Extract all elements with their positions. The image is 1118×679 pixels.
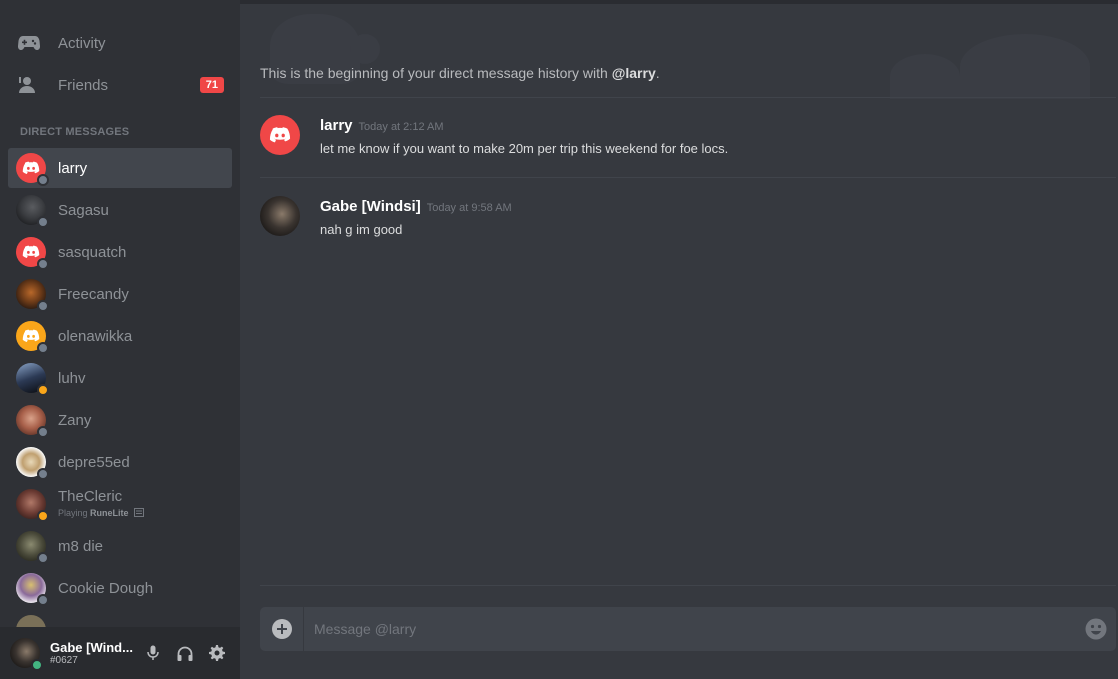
status-offline-indicator	[37, 594, 49, 606]
message-composer	[260, 607, 1116, 651]
dm-activity-prefix: Playing	[58, 507, 88, 518]
dm-name: larry	[58, 159, 88, 177]
avatar	[16, 573, 49, 606]
message-avatar[interactable]	[260, 115, 300, 155]
dm-name: luhv	[58, 369, 86, 387]
dm-section-header: DIRECT MESSAGES	[20, 126, 130, 138]
dm-name: Cookie Dough	[58, 579, 154, 597]
smiley-icon	[1085, 618, 1107, 640]
friends-icon	[18, 74, 40, 96]
dm-activity: Playing RuneLite	[58, 507, 145, 519]
add-attachment-button[interactable]	[260, 607, 304, 651]
avatar	[16, 489, 49, 522]
divider	[260, 177, 1116, 178]
status-offline-indicator	[37, 300, 49, 312]
avatar	[16, 447, 49, 480]
rich-presence-icon	[134, 507, 145, 517]
nav-friends[interactable]: Friends 71	[8, 66, 232, 104]
intro-suffix: .	[655, 65, 660, 81]
dm-activity-game: RuneLite	[90, 507, 129, 518]
status-offline-indicator	[37, 468, 49, 480]
status-idle-indicator	[37, 384, 49, 396]
avatar	[16, 195, 49, 228]
message-input[interactable]	[304, 607, 1076, 651]
gear-icon[interactable]	[208, 644, 226, 662]
plus-circle-icon	[271, 619, 292, 639]
dm-list: larry Sagasu sasquatch Freecandy olenawi…	[0, 148, 240, 652]
message-author[interactable]: Gabe [Windsi]	[320, 198, 421, 215]
message-text: let me know if you want to make 20m per …	[320, 141, 729, 156]
dm-item-freecandy[interactable]: Freecandy	[8, 274, 232, 314]
message-avatar[interactable]	[260, 196, 300, 236]
discord-logo-icon	[22, 245, 40, 258]
avatar	[16, 363, 49, 396]
dm-name: sasquatch	[58, 243, 127, 261]
dm-item-sagasu[interactable]: Sagasu	[8, 190, 232, 230]
avatar	[16, 153, 49, 186]
status-idle-indicator	[37, 510, 49, 522]
user-avatar[interactable]	[10, 638, 43, 671]
intro-text: This is the beginning of your direct mes…	[260, 65, 608, 81]
discord-logo-icon	[22, 161, 40, 174]
user-panel: Gabe [Wind... #0627	[0, 627, 240, 679]
dm-name: Sagasu	[58, 201, 109, 219]
dm-name: depre55ed	[58, 453, 130, 471]
composer-divider	[260, 585, 1116, 586]
dm-item-sasquatch[interactable]: sasquatch	[8, 232, 232, 272]
avatar	[16, 321, 49, 354]
dm-item-zany[interactable]: Zany	[8, 400, 232, 440]
status-offline-indicator	[37, 174, 49, 186]
emoji-picker-button[interactable]	[1076, 607, 1116, 651]
dm-item-luhv[interactable]: luhv	[8, 358, 232, 398]
dm-item-larry[interactable]: larry	[8, 148, 232, 188]
dm-name: m8 die	[58, 537, 104, 555]
message-author[interactable]: larry	[320, 117, 353, 134]
avatar	[16, 531, 49, 564]
status-online-indicator	[31, 659, 43, 671]
message-timestamp: Today at 2:12 AM	[358, 121, 444, 133]
dm-name: olenawikka	[58, 327, 133, 345]
friends-count-badge: 71	[199, 77, 224, 93]
headphones-icon[interactable]	[176, 644, 194, 662]
dm-name: Freecandy	[58, 285, 129, 303]
user-name: Gabe [Wind...	[50, 640, 133, 655]
dm-name: Zany	[58, 411, 92, 429]
dm-history-intro: This is the beginning of your direct mes…	[260, 65, 660, 81]
message-text: nah g im good	[320, 222, 403, 237]
avatar	[16, 237, 49, 270]
dm-item-depre55ed[interactable]: depre55ed	[8, 442, 232, 482]
chat-area: This is the beginning of your direct mes…	[240, 4, 1118, 679]
nav-friends-label: Friends	[58, 76, 109, 94]
avatar	[16, 279, 49, 312]
dm-name: TheCleric	[58, 488, 123, 506]
discord-logo-icon	[22, 329, 40, 342]
nav-activity-label: Activity	[58, 34, 106, 52]
dm-item-thecleric[interactable]: TheCleric Playing RuneLite	[8, 484, 232, 524]
dm-item-cookie-dough[interactable]: Cookie Dough	[8, 568, 232, 608]
divider	[260, 97, 1116, 98]
dm-item-olenawikka[interactable]: olenawikka	[8, 316, 232, 356]
status-offline-indicator	[37, 216, 49, 228]
intro-mention[interactable]: @larry	[612, 65, 656, 81]
status-offline-indicator	[37, 258, 49, 270]
status-offline-indicator	[37, 342, 49, 354]
status-offline-indicator	[37, 552, 49, 564]
sidebar: Activity Friends 71 DIRECT MESSAGES larr…	[0, 0, 240, 679]
user-tag: #0627	[50, 655, 78, 666]
message-timestamp: Today at 9:58 AM	[426, 202, 512, 214]
message: Gabe [Windsi] Today at 9:58 AM nah g im …	[260, 196, 1100, 246]
microphone-icon[interactable]	[144, 644, 162, 662]
gamepad-icon	[18, 32, 40, 54]
nav-activity[interactable]: Activity	[8, 24, 232, 62]
status-offline-indicator	[37, 426, 49, 438]
message: larry Today at 2:12 AM let me know if yo…	[260, 115, 1100, 165]
dm-item-m8-die[interactable]: m8 die	[8, 526, 232, 566]
discord-logo-icon	[269, 127, 291, 143]
avatar	[16, 405, 49, 438]
